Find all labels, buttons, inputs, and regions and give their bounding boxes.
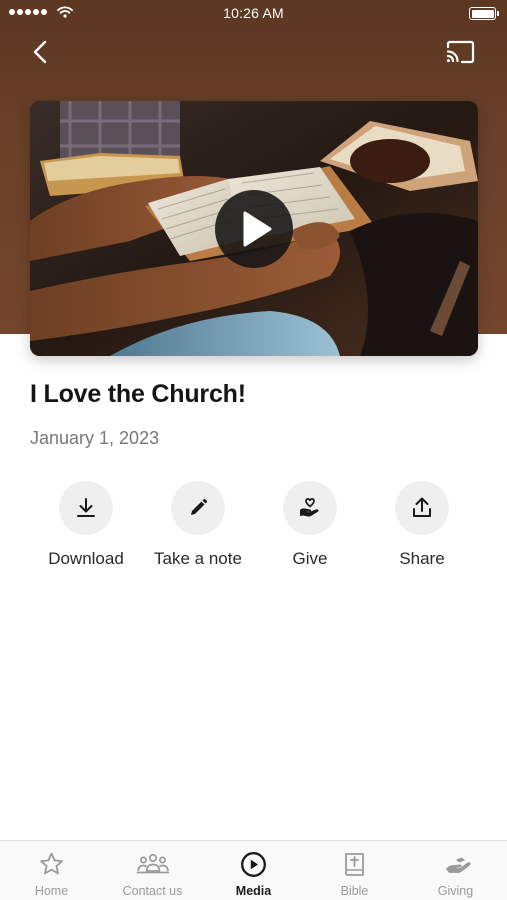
tab-bible[interactable]: Bible xyxy=(304,841,405,900)
tab-bar: Home Contact us Media Bible Giving xyxy=(0,840,507,900)
battery-icon xyxy=(469,7,499,20)
cast-button[interactable] xyxy=(445,40,475,64)
cast-icon xyxy=(446,40,475,64)
back-button[interactable] xyxy=(28,38,54,66)
take-a-note-button[interactable]: Take a note xyxy=(142,481,254,573)
status-bar: 10:26 AM xyxy=(0,0,507,26)
share-button[interactable]: Share xyxy=(366,481,478,573)
bible-icon xyxy=(345,853,364,876)
tab-contact-us-label: Contact us xyxy=(122,884,183,898)
give-button[interactable]: Give xyxy=(254,481,366,573)
tab-contact-us[interactable]: Contact us xyxy=(102,841,203,900)
take-a-note-label: Take a note xyxy=(154,549,242,568)
tab-home-label: Home xyxy=(34,884,69,898)
tab-media[interactable]: Media xyxy=(203,841,304,900)
tab-giving[interactable]: Giving xyxy=(405,841,506,900)
share-label: Share xyxy=(399,549,445,568)
tab-home[interactable]: Home xyxy=(1,841,102,900)
tab-media-label: Media xyxy=(235,884,272,898)
people-icon xyxy=(136,853,170,874)
media-title: I Love the Church! xyxy=(30,380,246,408)
play-circle-icon xyxy=(241,852,266,877)
play-icon xyxy=(243,211,272,247)
give-label: Give xyxy=(292,549,328,568)
media-date: January 1, 2023 xyxy=(30,428,160,448)
download-icon xyxy=(77,498,95,517)
star-icon xyxy=(40,852,63,875)
download-label: Download xyxy=(48,549,124,568)
download-icon-circle xyxy=(59,481,113,535)
pencil-icon-circle xyxy=(171,481,225,535)
share-icon-circle xyxy=(395,481,449,535)
give-icon-circle xyxy=(283,481,337,535)
tab-bible-label: Bible xyxy=(340,884,369,898)
chevron-left-icon xyxy=(33,40,47,64)
share-icon xyxy=(413,497,431,517)
heart-hand-icon xyxy=(300,498,319,517)
tab-giving-label: Giving xyxy=(437,884,474,898)
download-button[interactable]: Download xyxy=(30,481,142,573)
play-button[interactable] xyxy=(215,190,293,268)
video-player[interactable] xyxy=(30,101,478,356)
status-time: 10:26 AM xyxy=(223,5,284,21)
giving-hand-icon xyxy=(446,857,471,873)
pencil-icon xyxy=(191,498,208,515)
